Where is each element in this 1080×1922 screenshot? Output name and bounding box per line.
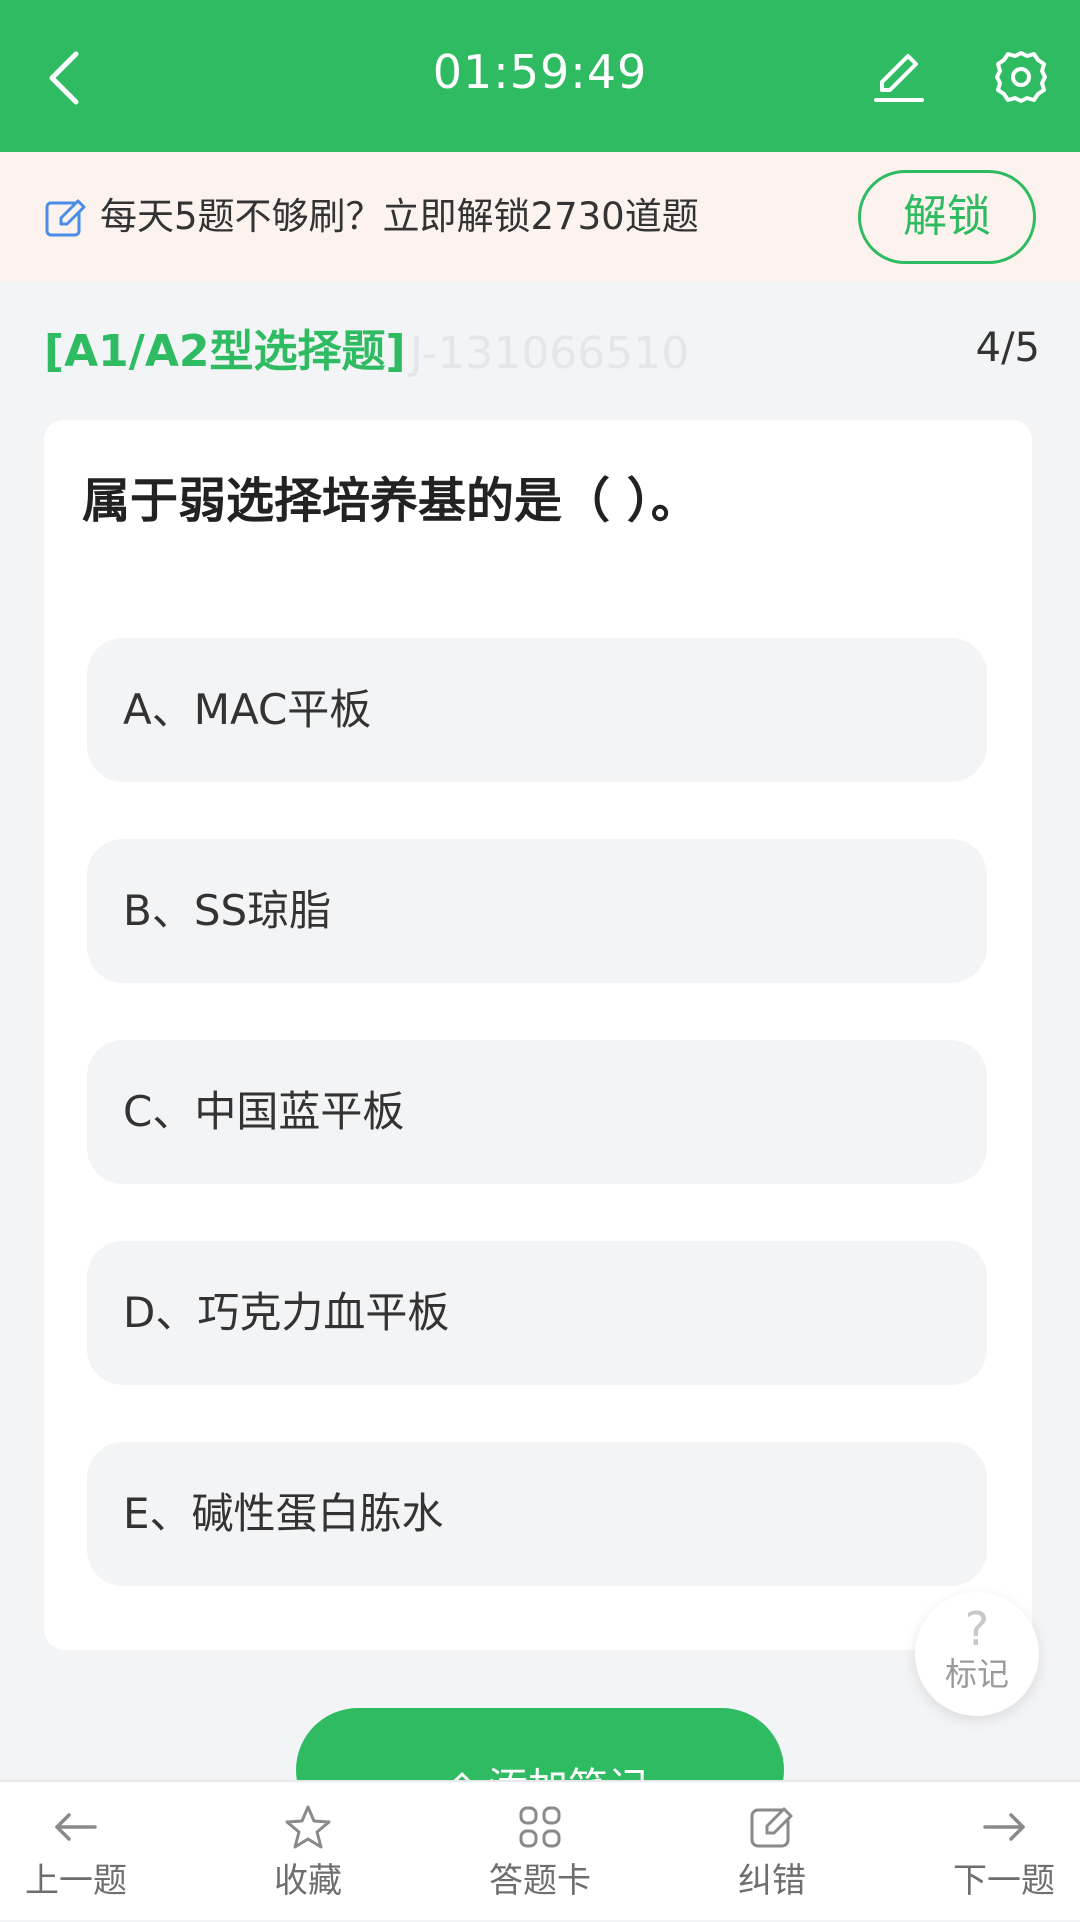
gear-icon: [995, 51, 1047, 103]
question-mark-icon: ?: [964, 1602, 990, 1656]
edit-icon: [750, 1807, 793, 1848]
option-d[interactable]: D、巧克力血平板: [87, 1241, 987, 1385]
tab-label: 收藏: [274, 1861, 342, 1901]
option-e[interactable]: E、碱性蛋白胨水: [87, 1442, 987, 1586]
unlock-button[interactable]: 解锁: [858, 170, 1036, 264]
arrow-left-icon: [55, 1813, 97, 1841]
edit-note-icon: [45, 199, 86, 237]
arrow-right-icon: [983, 1813, 1025, 1841]
tab-report-error[interactable]: 纠错: [696, 1782, 848, 1922]
unlock-banner: 每天5题不够刷？立即解锁2730道题 解锁: [0, 152, 1080, 282]
option-c[interactable]: C、中国蓝平板: [87, 1040, 987, 1184]
top-app-bar: 01:59:49: [0, 0, 1080, 152]
tab-answer-card[interactable]: 答题卡: [464, 1782, 616, 1922]
tab-previous-question[interactable]: 上一题: [0, 1782, 152, 1922]
mark-button[interactable]: ? 标记: [915, 1592, 1039, 1716]
bottom-tab-bar: 上一题 收藏 答题卡 纠错 下一题: [0, 1780, 1080, 1920]
tab-favorite[interactable]: 收藏: [232, 1782, 384, 1922]
question-progress: 4/5: [975, 325, 1040, 371]
tab-label: 纠错: [738, 1861, 806, 1901]
option-a[interactable]: A、MAC平板: [87, 638, 987, 782]
option-b[interactable]: B、SS琼脂: [87, 839, 987, 983]
banner-text: 每天5题不够刷？立即解锁2730道题: [100, 195, 699, 238]
grid-icon: [519, 1806, 561, 1848]
tab-label: 下一题: [953, 1861, 1055, 1901]
tab-label: 答题卡: [489, 1861, 591, 1901]
pencil-icon: [874, 54, 924, 102]
settings-button[interactable]: [990, 46, 1052, 108]
edit-button[interactable]: [868, 46, 930, 108]
tab-next-question[interactable]: 下一题: [928, 1782, 1080, 1922]
question-id: J-131066510: [410, 328, 690, 379]
question-type: [A1/A2型选择题]: [44, 326, 406, 377]
star-icon: [285, 1805, 331, 1849]
tab-label: 上一题: [25, 1861, 127, 1901]
question-card: 属于弱选择培养基的是（ ）。 A、MAC平板 B、SS琼脂 C、中国蓝平板 D、…: [44, 420, 1032, 1650]
mark-label: 标记: [944, 1655, 1009, 1693]
question-stem: 属于弱选择培养基的是（ ）。: [82, 473, 699, 529]
